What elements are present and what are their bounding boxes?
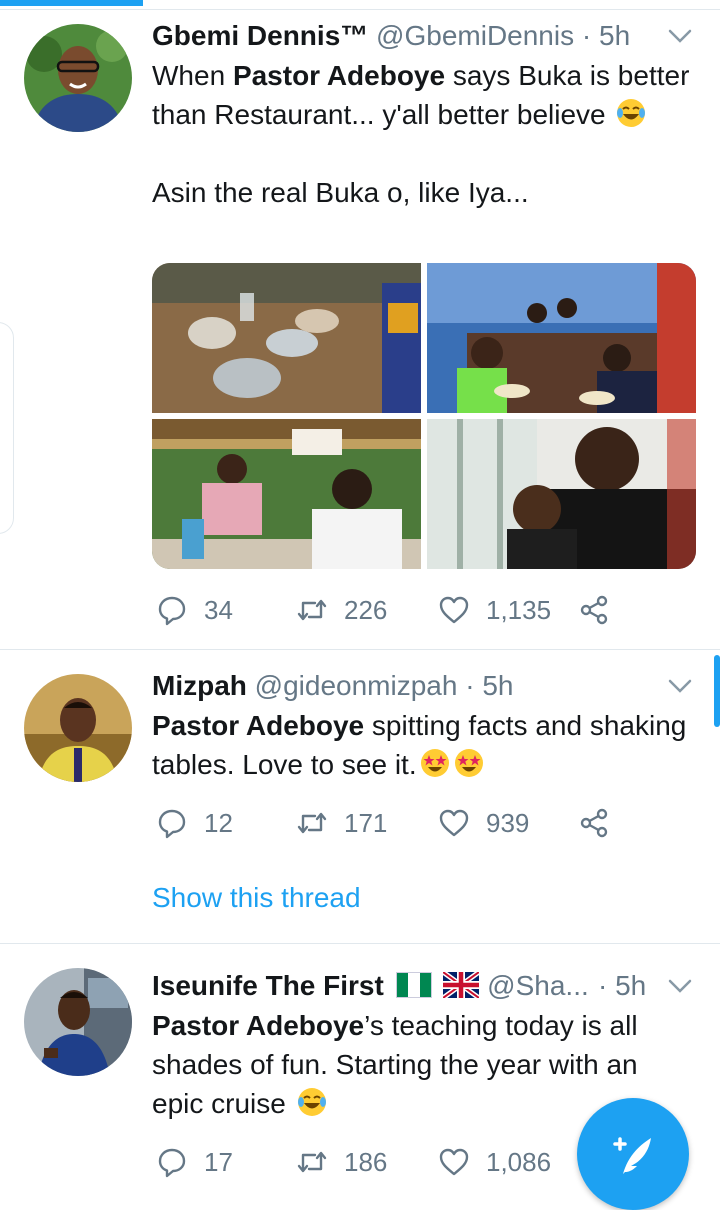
star-struck-emoji <box>453 747 485 779</box>
share-icon <box>580 595 608 625</box>
avatar-iseunife-image <box>24 968 132 1076</box>
loading-progress-bar <box>0 0 143 6</box>
separator-dot: · <box>581 20 592 51</box>
tweet-text-part: When <box>152 60 233 91</box>
scrollbar-thumb[interactable] <box>714 655 720 727</box>
like-count: 939 <box>486 807 530 838</box>
tweet-divider <box>0 9 720 10</box>
tweet-text-bold: Pastor Adeboye <box>152 1010 365 1041</box>
author-handle[interactable]: @GbemiDennis <box>376 20 574 51</box>
avatar[interactable] <box>24 674 132 782</box>
share-icon <box>580 808 608 838</box>
reply-count: 17 <box>204 1146 233 1177</box>
tweet-actions: 34 226 1,135 <box>152 590 652 630</box>
reply-icon <box>158 1148 186 1178</box>
avatar-gbemi-image <box>24 24 132 132</box>
like-button[interactable]: 939 <box>438 803 529 843</box>
like-count: 1,086 <box>486 1146 552 1177</box>
author-name[interactable]: Iseunife The First <box>152 970 384 1001</box>
tweet-header: Gbemi Dennis™ @GbemiDennis · 5h <box>152 19 630 53</box>
separator-dot: · <box>598 970 608 1001</box>
author-name[interactable]: Gbemi Dennis™ <box>152 20 368 51</box>
share-button[interactable] <box>578 590 626 630</box>
star-struck-emoji <box>419 747 451 779</box>
media-photo-4[interactable] <box>427 419 696 569</box>
tweet-header: Mizpah @gideonmizpah · 5h <box>152 669 514 703</box>
separator-dot: · <box>465 670 475 701</box>
tears-of-joy-emoji <box>296 1086 328 1118</box>
retweet-button[interactable]: 171 <box>296 803 387 843</box>
reply-count: 12 <box>204 807 233 838</box>
compose-tweet-icon <box>613 1137 651 1174</box>
retweet-icon <box>297 1151 327 1173</box>
like-button[interactable]: 1,086 <box>438 1142 551 1182</box>
author-handle[interactable]: @gideonmizpah <box>255 670 458 701</box>
share-button[interactable] <box>578 803 626 843</box>
retweet-button[interactable]: 226 <box>296 590 387 630</box>
heart-icon <box>439 1148 469 1176</box>
tweet-text: Pastor Adeboye spitting facts and shakin… <box>152 706 692 784</box>
reply-icon <box>158 596 186 626</box>
tears-of-joy-emoji <box>615 97 647 129</box>
avatar[interactable] <box>24 968 132 1076</box>
tweet-header: Iseunife The First @Sha... <box>152 969 589 1006</box>
media-photo-3[interactable] <box>152 419 421 569</box>
chevron-down-icon[interactable] <box>666 672 694 700</box>
show-thread-link[interactable]: Show this thread <box>152 882 361 914</box>
retweet-count: 171 <box>344 807 388 838</box>
author-name[interactable]: Mizpah <box>152 670 247 701</box>
retweet-icon <box>297 599 327 621</box>
reply-count: 34 <box>204 594 233 625</box>
media-photo-1[interactable] <box>152 263 421 413</box>
reply-icon <box>158 809 186 839</box>
media-photo-2[interactable] <box>427 263 696 413</box>
tweet-text-bold: Pastor Adeboye <box>152 710 365 741</box>
side-panel-edge[interactable] <box>0 322 14 534</box>
reply-button[interactable]: 12 <box>156 803 233 843</box>
like-count: 1,135 <box>486 594 552 625</box>
tweet-time-group: · 5h <box>598 969 646 1003</box>
retweet-count: 226 <box>344 594 388 625</box>
tweet-text: When Pastor Adeboye says Buka is better … <box>152 56 692 212</box>
tweet-actions: 12 171 939 <box>152 803 652 843</box>
retweet-count: 186 <box>344 1146 388 1177</box>
heart-icon <box>439 809 469 837</box>
tweet-time[interactable]: 5h <box>599 20 630 51</box>
retweet-icon <box>297 812 327 834</box>
tweet-media-grid[interactable] <box>152 263 696 569</box>
like-button[interactable]: 1,135 <box>438 590 551 630</box>
tweet-text-bold: Pastor Adeboye <box>232 60 446 91</box>
tweet-time[interactable]: 5h <box>482 670 513 701</box>
avatar[interactable] <box>24 24 132 132</box>
nigeria-flag-icon <box>395 972 432 1006</box>
tweet-divider <box>0 649 720 650</box>
chevron-down-icon[interactable] <box>666 972 694 1000</box>
tweet-time[interactable]: 5h <box>615 970 646 1001</box>
compose-tweet-button[interactable] <box>577 1098 689 1210</box>
reply-button[interactable]: 17 <box>156 1142 233 1182</box>
avatar-mizpah-image <box>24 674 132 782</box>
reply-button[interactable]: 34 <box>156 590 233 630</box>
tweet-text-line: Asin the real Buka o, like Iya... <box>152 177 529 208</box>
uk-flag-icon <box>441 969 481 1006</box>
tweet-divider <box>0 943 720 944</box>
heart-icon <box>439 596 469 624</box>
chevron-down-icon[interactable] <box>666 22 694 50</box>
retweet-button[interactable]: 186 <box>296 1142 387 1182</box>
author-handle[interactable]: @Sha... <box>487 970 589 1001</box>
